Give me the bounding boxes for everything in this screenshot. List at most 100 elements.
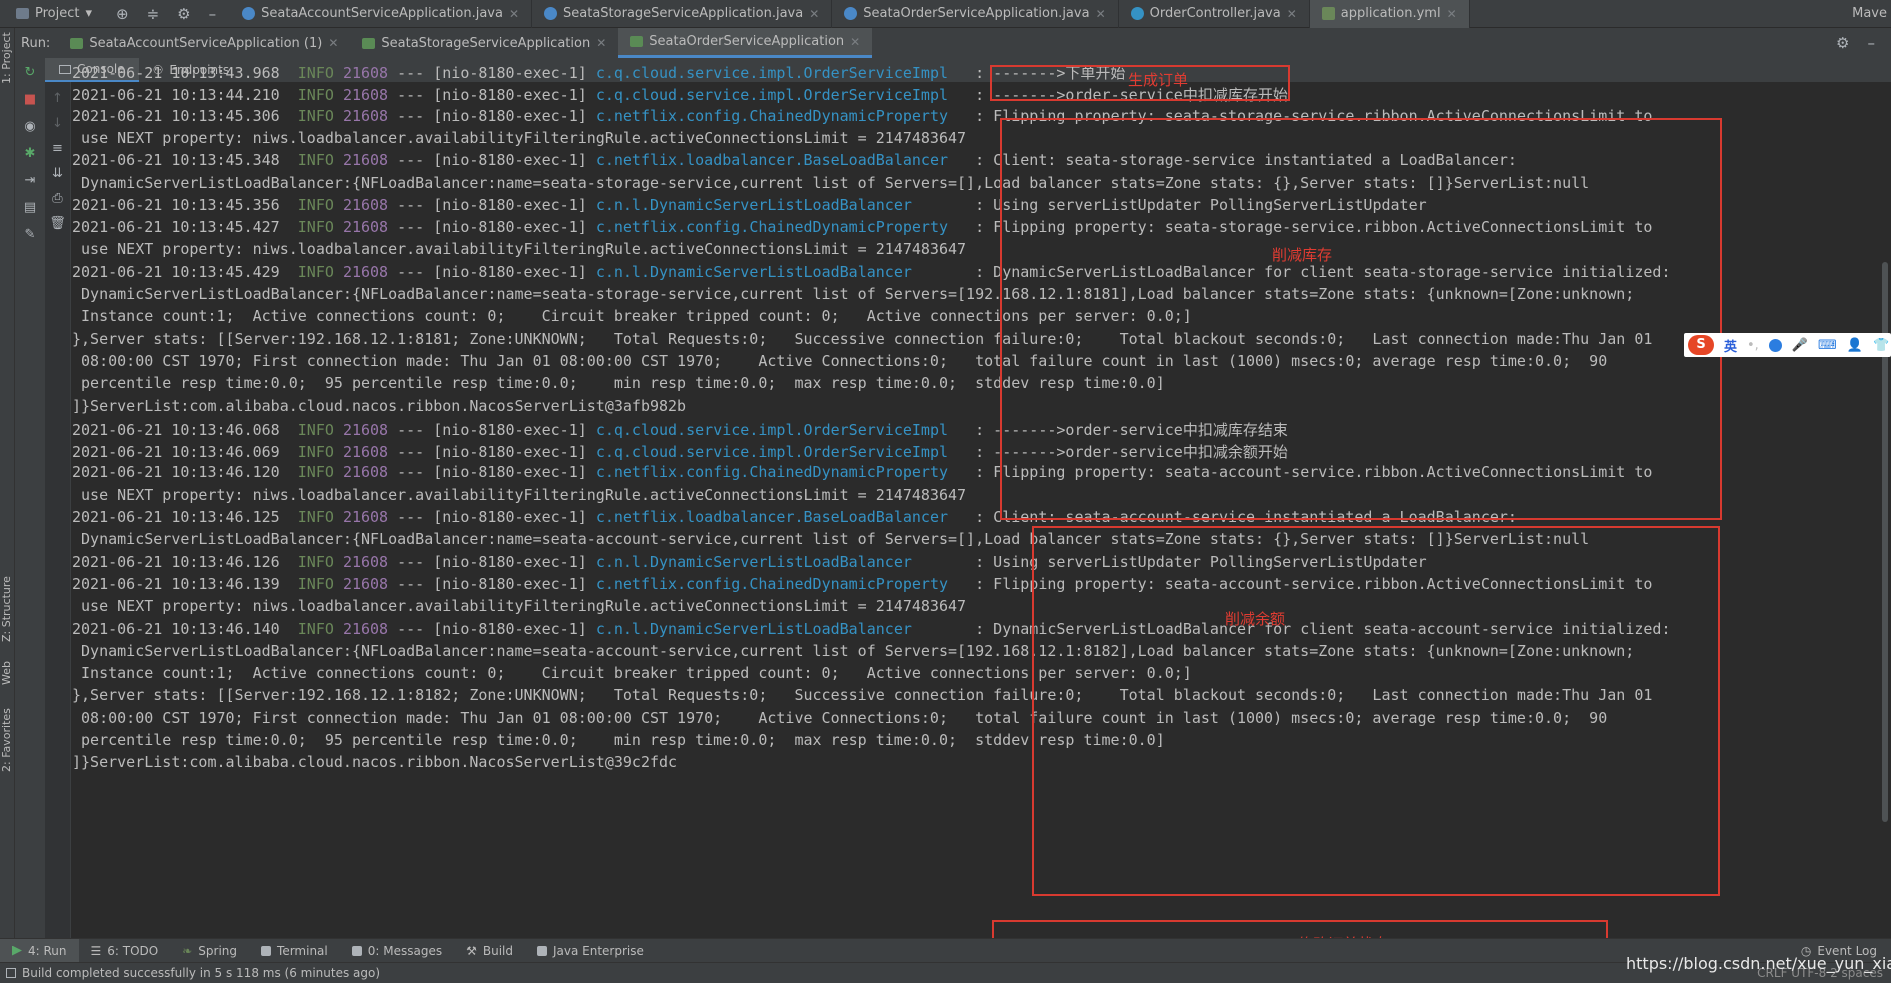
editor-tab-order-app[interactable]: SeataOrderServiceApplication.java ✕ xyxy=(832,0,1119,28)
log-logger: c.n.l.DynamicServerListLoadBalancer xyxy=(595,262,958,281)
todo-icon: ☰ xyxy=(90,943,102,958)
console-scrollbar[interactable] xyxy=(1879,82,1891,938)
structure-tool-button[interactable]: Z: Structure xyxy=(0,570,15,648)
annotation-label-create-order: 生成订单 xyxy=(1128,71,1189,89)
close-icon[interactable]: ✕ xyxy=(850,35,860,49)
close-icon[interactable]: ✕ xyxy=(1447,7,1457,21)
left-tool-stripe: 1: Project Z: Structure Web 2: Favorites xyxy=(0,28,15,963)
log-pid: 21608 xyxy=(342,463,389,482)
tool-tab-todo[interactable]: ☰ 6: TODO xyxy=(79,939,171,963)
log-lvl: INFO xyxy=(297,106,334,125)
editor-tab-label: OrderController.java xyxy=(1149,6,1281,21)
editor-tab-storage-app[interactable]: SeataStorageServiceApplication.java ✕ xyxy=(532,0,833,28)
editor-tab-label: SeataOrderServiceApplication.java xyxy=(863,6,1090,21)
tool-tab-run[interactable]: 4: Run xyxy=(0,938,79,963)
ime-mode-label[interactable]: 英 xyxy=(1724,336,1737,355)
run-tab-order[interactable]: SeataOrderServiceApplication ✕ xyxy=(618,28,873,58)
layout-icon[interactable]: ▤ xyxy=(24,201,36,214)
maven-tool-window-label[interactable]: Mave xyxy=(1852,6,1891,21)
rerun-icon[interactable]: ↻ xyxy=(25,66,36,79)
close-icon[interactable]: ✕ xyxy=(509,7,519,21)
tool-tab-terminal[interactable]: Terminal xyxy=(249,939,340,963)
run-tab-label: SeataStorageServiceApplication xyxy=(381,35,591,51)
microphone-icon[interactable]: 🎤 xyxy=(1792,338,1808,353)
soft-wrap-icon[interactable]: ≡ xyxy=(52,142,63,155)
emoji-icon[interactable] xyxy=(1768,338,1782,352)
editor-tab-account-app[interactable]: SeataAccountServiceApplication.java ✕ xyxy=(230,0,533,28)
run-tab-storage[interactable]: SeataStorageServiceApplication ✕ xyxy=(350,28,618,58)
hide-icon[interactable]: – xyxy=(1868,34,1876,52)
log-lvl: INFO xyxy=(297,574,334,593)
yml-file-icon xyxy=(1321,7,1335,20)
favorites-tool-button[interactable]: 2: Favorites xyxy=(0,700,15,780)
log-pre: use NEXT property: niws.loadbalancer.ava… xyxy=(72,240,967,259)
user-icon[interactable]: 👤 xyxy=(1847,338,1863,353)
log-pid: 21608 xyxy=(342,218,389,237)
log-logger: c.n.l.DynamicServerListLoadBalancer xyxy=(595,552,958,571)
close-icon[interactable]: ✕ xyxy=(1096,7,1106,21)
log-pre: ]}ServerList:com.alibaba.cloud.nacos.rib… xyxy=(72,396,687,415)
editor-tab-order-controller[interactable]: OrderController.java ✕ xyxy=(1119,0,1310,28)
log-mid: --- [nio-8180-exec-1] xyxy=(388,262,596,281)
tool-window-bar: 4: Run ☰ 6: TODO ❧ Spring Terminal 0: Me… xyxy=(0,938,1891,963)
project-tool-button[interactable]: 1: Project xyxy=(0,28,15,88)
camera-icon[interactable]: ◉ xyxy=(24,120,35,133)
crosshair-icon[interactable]: ⊕ xyxy=(116,5,129,23)
log-lvl: INFO xyxy=(297,552,334,571)
console-actions-toolbar: ↑ ↓ ≡ ⇊ ⎙ 🗑 xyxy=(45,82,71,938)
ime-toolbar[interactable]: S 英 •, 🎤 ⌨ 👤 👕 xyxy=(1684,333,1891,357)
close-icon[interactable]: ✕ xyxy=(596,36,606,50)
trash-icon[interactable]: 🗑 xyxy=(49,217,66,230)
exit-icon[interactable]: ⇥ xyxy=(25,174,36,187)
close-icon[interactable]: ✕ xyxy=(1287,7,1297,21)
log-lvl: INFO xyxy=(297,420,334,439)
pin-icon[interactable]: ✎ xyxy=(25,228,36,241)
skin-icon[interactable]: 👕 xyxy=(1873,338,1889,353)
gear-icon[interactable]: ⚙ xyxy=(1836,34,1849,52)
collapse-icon[interactable]: ≑ xyxy=(147,5,160,23)
log-logger: c.q.cloud.service.impl.OrderServiceImpl xyxy=(595,443,958,462)
punctuation-icon[interactable]: •, xyxy=(1747,338,1759,353)
project-icon xyxy=(16,8,29,19)
close-icon[interactable]: ✕ xyxy=(809,7,819,21)
print-icon[interactable]: ⎙ xyxy=(52,192,62,205)
debug-icon[interactable]: ✱ xyxy=(25,147,36,160)
down-arrow-icon[interactable]: ↓ xyxy=(52,117,63,130)
log-logger: c.netflix.loadbalancer.BaseLoadBalancer xyxy=(595,151,958,170)
java-class-icon xyxy=(242,7,256,20)
log-pid: 21608 xyxy=(342,508,389,526)
log-mid: --- [nio-8180-exec-1] xyxy=(388,443,596,462)
tool-tab-spring[interactable]: ❧ Spring xyxy=(170,939,249,963)
close-icon[interactable]: ✕ xyxy=(328,36,338,50)
log-pid: 21608 xyxy=(342,195,389,214)
annotation-label-reduce-storage: 削减库存 xyxy=(1272,246,1333,264)
project-dropdown[interactable]: Project ▾ xyxy=(0,0,102,28)
tool-tab-build[interactable]: ⚒ Build xyxy=(454,939,525,963)
minimize-icon[interactable]: – xyxy=(209,5,217,23)
log-pre: 2021-06-21 10:13:45.348 xyxy=(72,151,298,170)
tool-tab-label: Java Enterprise xyxy=(552,943,644,958)
tool-tab-messages[interactable]: 0: Messages xyxy=(340,939,454,963)
gear-icon[interactable]: ⚙ xyxy=(177,5,190,23)
log-lvl: INFO xyxy=(297,218,334,237)
java-enterprise-icon xyxy=(536,945,547,956)
web-tool-button[interactable]: Web xyxy=(0,653,15,693)
up-arrow-icon[interactable]: ↑ xyxy=(52,92,63,105)
editor-tab-application-yml[interactable]: application.yml ✕ xyxy=(1309,0,1470,28)
log-pid: 21608 xyxy=(342,552,389,571)
log-pid: 21608 xyxy=(342,574,389,593)
log-logger: c.netflix.config.ChainedDynamicProperty xyxy=(595,218,958,237)
tool-tab-java-enterprise[interactable]: Java Enterprise xyxy=(525,939,656,963)
log-lvl: INFO xyxy=(297,262,334,281)
tool-tab-label: Terminal xyxy=(277,943,328,958)
scroll-to-end-icon[interactable]: ⇊ xyxy=(52,167,63,180)
tool-tab-label: 6: TODO xyxy=(107,943,159,958)
log-mid: --- [nio-8180-exec-1] xyxy=(388,86,596,105)
stop-icon[interactable]: ■ xyxy=(24,93,36,106)
run-tab-account[interactable]: SeataAccountServiceApplication (1) ✕ xyxy=(58,28,350,58)
keyboard-icon[interactable]: ⌨ xyxy=(1818,338,1837,353)
log-logger: c.netflix.config.ChainedDynamicProperty xyxy=(595,463,958,482)
log-line: percentile resp time:0.0; 95 percentile … xyxy=(72,731,1165,749)
log-pre: percentile resp time:0.0; 95 percentile … xyxy=(72,731,1165,749)
log-mid: --- [nio-8180-exec-1] xyxy=(388,463,596,482)
